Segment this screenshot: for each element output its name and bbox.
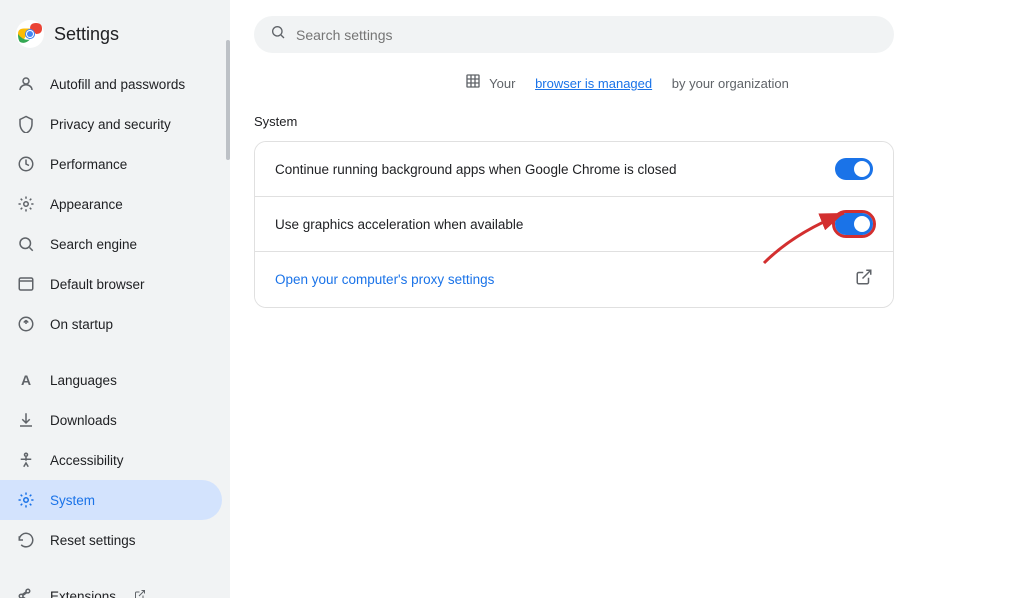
search-engine-icon: [16, 234, 36, 254]
sidebar-item-extensions[interactable]: Extensions: [0, 576, 222, 598]
sidebar-item-system-label: System: [50, 493, 95, 508]
sidebar-item-accessibility-label: Accessibility: [50, 453, 124, 468]
managed-banner: Your browser is managed by your organiza…: [254, 73, 1000, 94]
managed-text-after: by your organization: [672, 76, 789, 91]
extensions-external-icon: [134, 589, 146, 598]
settings-card: Continue running background apps when Go…: [254, 141, 894, 308]
sidebar-item-on-startup[interactable]: On startup: [0, 304, 222, 344]
sidebar-item-privacy-label: Privacy and security: [50, 117, 171, 132]
sidebar-item-autofill[interactable]: Autofill and passwords: [0, 64, 222, 104]
sidebar-item-extensions-label: Extensions: [50, 589, 116, 598]
gpu-toggle[interactable]: [835, 213, 873, 235]
sidebar-item-search-engine-label: Search engine: [50, 237, 137, 252]
autofill-icon: [16, 74, 36, 94]
proxy-external-icon[interactable]: [855, 268, 873, 291]
sidebar-item-downloads[interactable]: Downloads: [0, 400, 222, 440]
default-browser-icon: [16, 274, 36, 294]
sidebar-item-privacy[interactable]: Privacy and security: [0, 104, 222, 144]
downloads-icon: [16, 410, 36, 430]
settings-section: Continue running background apps when Go…: [254, 141, 894, 308]
sidebar: Settings Autofill and passwords Privacy …: [0, 0, 230, 598]
managed-text-before: Your: [489, 76, 515, 91]
settings-row-gpu: Use graphics acceleration when available: [255, 197, 893, 252]
sidebar-item-default-browser-label: Default browser: [50, 277, 145, 292]
gpu-slider: [835, 213, 873, 235]
chrome-logo-icon: [16, 20, 44, 48]
sidebar-item-reset-label: Reset settings: [50, 533, 136, 548]
sidebar-header: Settings: [0, 12, 230, 64]
sidebar-item-appearance[interactable]: Appearance: [0, 184, 222, 224]
privacy-icon: [16, 114, 36, 134]
sidebar-item-default-browser[interactable]: Default browser: [0, 264, 222, 304]
on-startup-icon: [16, 314, 36, 334]
appearance-icon: [16, 194, 36, 214]
managed-link[interactable]: browser is managed: [535, 76, 652, 91]
background-apps-slider: [835, 158, 873, 180]
sidebar-item-autofill-label: Autofill and passwords: [50, 77, 185, 92]
sidebar-item-on-startup-label: On startup: [50, 317, 113, 332]
reset-icon: [16, 530, 36, 550]
sidebar-item-search-engine[interactable]: Search engine: [0, 224, 222, 264]
search-icon: [270, 24, 286, 45]
accessibility-icon: [16, 450, 36, 470]
sidebar-item-system[interactable]: System: [0, 480, 222, 520]
sidebar-scrollbar-thumb[interactable]: [226, 40, 230, 160]
settings-row-background-apps: Continue running background apps when Go…: [255, 142, 893, 197]
sidebar-item-languages-label: Languages: [50, 373, 117, 388]
settings-row-proxy[interactable]: Open your computer's proxy settings: [255, 252, 893, 307]
languages-icon: A: [16, 370, 36, 390]
search-bar[interactable]: [254, 16, 894, 53]
sidebar-item-reset[interactable]: Reset settings: [0, 520, 222, 560]
sidebar-item-accessibility[interactable]: Accessibility: [0, 440, 222, 480]
system-icon: [16, 490, 36, 510]
sidebar-item-appearance-label: Appearance: [50, 197, 123, 212]
proxy-label: Open your computer's proxy settings: [275, 272, 494, 287]
main-content: Your browser is managed by your organiza…: [230, 0, 1024, 598]
sidebar-item-performance-label: Performance: [50, 157, 127, 172]
performance-icon: [16, 154, 36, 174]
section-title: System: [254, 114, 1000, 129]
building-icon: [465, 73, 481, 94]
sidebar-item-languages[interactable]: A Languages: [0, 360, 222, 400]
sidebar-title: Settings: [54, 24, 119, 45]
sidebar-item-performance[interactable]: Performance: [0, 144, 222, 184]
background-apps-toggle[interactable]: [835, 158, 873, 180]
extensions-icon: [16, 586, 36, 598]
search-input[interactable]: [296, 27, 878, 43]
sidebar-item-downloads-label: Downloads: [50, 413, 117, 428]
gpu-label: Use graphics acceleration when available: [275, 217, 523, 232]
background-apps-label: Continue running background apps when Go…: [275, 162, 677, 177]
